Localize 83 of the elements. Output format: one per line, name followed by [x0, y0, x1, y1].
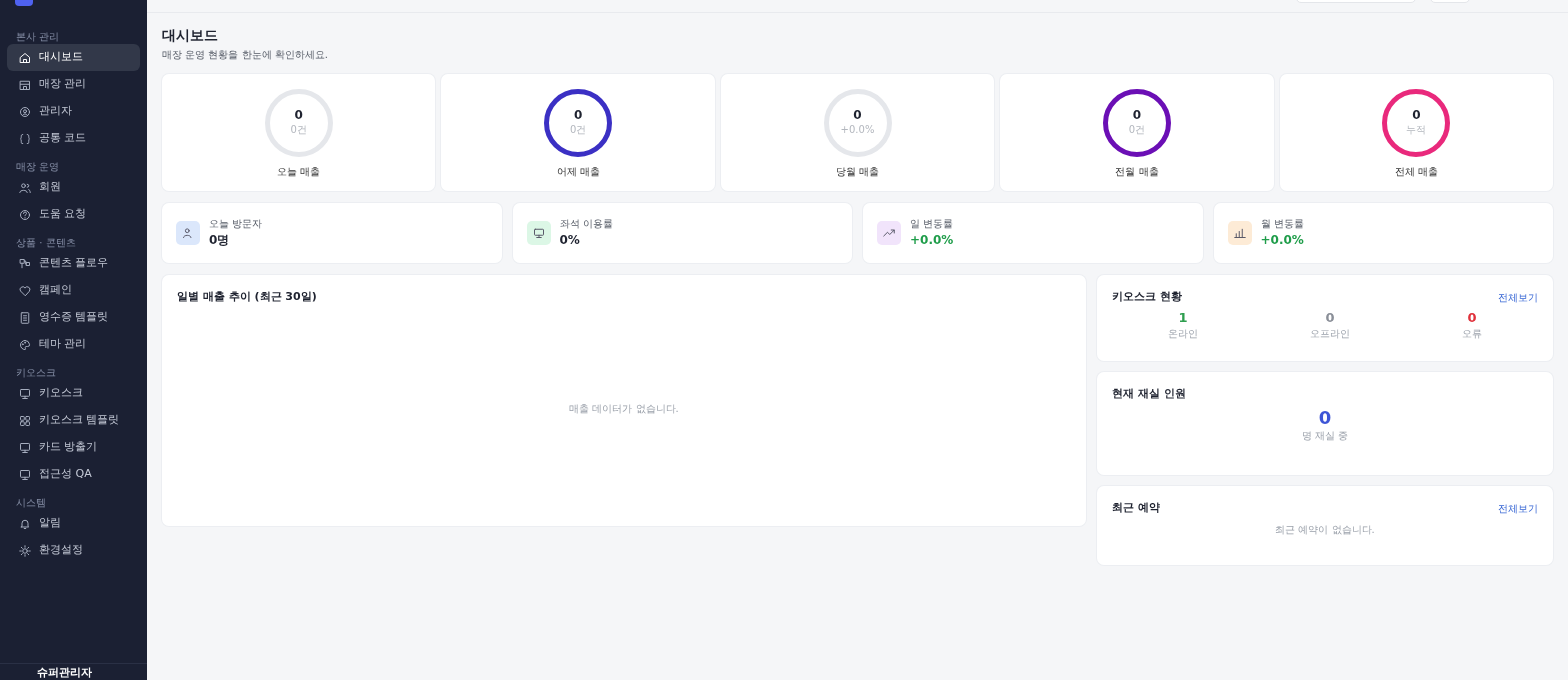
- help-icon: [19, 208, 31, 221]
- page-subtitle: 매장 운영 현황을 한눈에 확인하세요.: [162, 47, 329, 62]
- sales-value: 0: [294, 108, 303, 122]
- page-title: 대시보드: [162, 27, 219, 44]
- sidebar-item[interactable]: 환경설정: [7, 537, 140, 564]
- bar-chart-icon: [1233, 226, 1246, 239]
- sales-label: 어제 매출: [556, 164, 600, 179]
- occupancy-count: 0: [1317, 408, 1333, 429]
- stat-value: 0%: [559, 232, 581, 250]
- occupancy-label: 명 재실 중: [1300, 429, 1350, 444]
- status-label: 오류: [1461, 326, 1483, 341]
- sales-value: 0: [573, 108, 583, 122]
- user-name: 슈퍼관리자: [37, 666, 92, 679]
- bell-icon: [19, 517, 31, 530]
- sidebar-item[interactable]: 영수증 템플릿: [7, 304, 140, 331]
- stat-label: 오늘 방문자: [209, 217, 263, 232]
- empty-message: 매출 데이터가 없습니다.: [569, 402, 679, 417]
- card-title: 최근 예약: [1112, 499, 1160, 516]
- sales-value: 0: [1412, 108, 1421, 122]
- sidebar-section-title: 키오스크: [15, 366, 57, 380]
- sidebar-item[interactable]: 도움 요청: [7, 201, 140, 228]
- braces-icon: [19, 132, 31, 145]
- sales-subtext: 0건: [569, 122, 587, 137]
- sidebar-item[interactable]: 키오스크 템플릿: [7, 407, 140, 434]
- sales-label: 당월 매출: [835, 164, 880, 179]
- stat-value: +0.0%: [1260, 232, 1304, 250]
- stat-label: 월 변동률: [1260, 217, 1304, 232]
- stat-value: 0명: [209, 232, 231, 250]
- monitor-icon: [19, 441, 31, 454]
- storefront-icon: [19, 78, 31, 91]
- sidebar-section-title: 매장 운영: [15, 160, 61, 174]
- card-title: 현재 재실 인원: [1112, 385, 1186, 402]
- sales-subtext: +0.0%: [840, 122, 875, 137]
- card-title: 일별 매출 추이 (최근 30일): [177, 288, 318, 305]
- user-badge-icon: [19, 105, 31, 118]
- view-all-link[interactable]: 전체보기: [1498, 500, 1538, 516]
- view-all-link[interactable]: 전체보기: [1498, 289, 1538, 305]
- document-icon: [19, 311, 31, 324]
- sidebar-section-title: 시스템: [15, 496, 47, 510]
- status-count: 0: [1324, 311, 1336, 326]
- sidebar-item[interactable]: 대시보드: [7, 44, 140, 71]
- sales-value: 0: [1132, 108, 1142, 122]
- sales-value: 0: [853, 108, 862, 122]
- status-count: 1: [1177, 311, 1189, 326]
- sidebar-item[interactable]: 키오스크: [7, 380, 140, 407]
- empty-message: 최근 예약이 없습니다.: [1274, 523, 1376, 538]
- sidebar-item[interactable]: 카드 방출기: [7, 434, 140, 461]
- users-icon: [182, 226, 194, 239]
- flow-icon: [19, 257, 31, 270]
- palette-icon: [19, 338, 31, 351]
- sidebar-section-title: 본사 관리: [15, 30, 61, 44]
- sidebar-item[interactable]: 테마 관리: [7, 331, 140, 358]
- sales-subtext: 0건: [1128, 122, 1146, 137]
- monitor-icon: [532, 226, 545, 239]
- status-label: 온라인: [1167, 326, 1199, 341]
- sales-subtext: 누적: [1406, 122, 1427, 137]
- sales-label: 오늘 매출: [277, 164, 321, 179]
- sidebar-item[interactable]: 관리자: [7, 98, 140, 125]
- stat-label: 일 변동률: [910, 217, 954, 232]
- sidebar-item[interactable]: 캠페인: [7, 277, 140, 304]
- sidebar-item[interactable]: 콘텐츠 플로우: [7, 250, 140, 277]
- sales-label: 전체 매출: [1394, 164, 1438, 179]
- sidebar-item[interactable]: 회원: [7, 174, 140, 201]
- status-count: 0: [1466, 311, 1478, 326]
- trend-up-icon: [883, 226, 895, 239]
- status-label: 오프라인: [1309, 326, 1351, 341]
- sidebar-section-title: 상품 · 콘텐츠: [15, 236, 77, 250]
- monitor-icon: [19, 468, 31, 481]
- heart-icon: [19, 284, 31, 297]
- sidebar-item[interactable]: 알림: [7, 510, 140, 537]
- sales-label: 전월 매출: [1115, 164, 1159, 179]
- card-title: 키오스크 현황: [1112, 288, 1182, 305]
- home-icon: [19, 51, 31, 64]
- sidebar-item[interactable]: 매장 관리: [7, 71, 140, 98]
- sidebar-item[interactable]: 접근성 QA: [7, 461, 140, 488]
- users-icon: [19, 181, 31, 194]
- sales-subtext: 0건: [290, 122, 307, 137]
- stat-value: +0.0%: [910, 232, 954, 250]
- sun-icon: [19, 544, 31, 557]
- sidebar-item[interactable]: 공통 코드: [7, 125, 140, 152]
- stat-label: 좌석 이용률: [559, 217, 613, 232]
- monitor-icon: [19, 387, 31, 400]
- grid-icon: [19, 414, 31, 427]
